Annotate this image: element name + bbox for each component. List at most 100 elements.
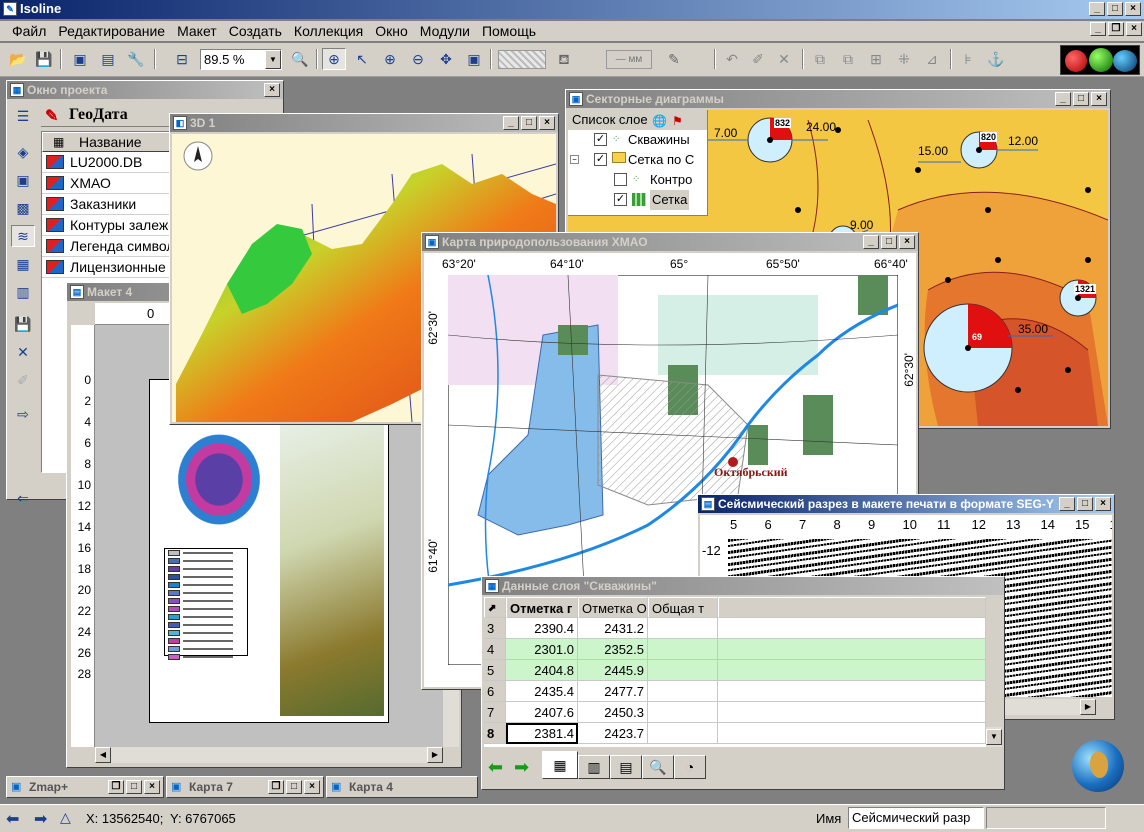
scale-icon[interactable]: ⊟ (170, 48, 194, 70)
zoom-dropdown-icon[interactable]: ▼ (265, 50, 281, 69)
layout-icon[interactable]: ▤ (96, 48, 120, 70)
checkbox-grid[interactable]: ✓ (594, 153, 607, 166)
save-icon[interactable]: 💾 (32, 48, 56, 70)
ungroup-icon[interactable]: ⧉ (836, 48, 860, 70)
table-row[interactable]: 5 2404.8 2445.9 (484, 660, 986, 681)
sector-maximize-button[interactable]: □ (1073, 92, 1089, 106)
map-maximize-button[interactable]: □ (881, 235, 897, 249)
project-close-button[interactable]: × (264, 83, 280, 97)
globe-icon[interactable]: 🌐 (652, 111, 667, 131)
arrow-left-icon[interactable]: ⬅ (6, 809, 19, 829)
view3d-maximize-button[interactable]: □ (521, 116, 537, 130)
edit-layer-icon[interactable]: ✐ (11, 369, 35, 391)
tab-form-icon[interactable]: ▤ (610, 755, 642, 779)
zoom-find-icon[interactable]: 🔍 (288, 48, 312, 70)
tab-sheet-icon[interactable]: ▥ (578, 755, 610, 779)
mdi-close-button[interactable]: × (1126, 22, 1142, 36)
tree-item-control[interactable]: ⁘ Контро (568, 170, 707, 190)
checkbox-wells[interactable]: ✓ (594, 133, 607, 146)
ruler-icon[interactable]: ⊧ (956, 48, 980, 70)
full-extent-icon[interactable]: ▣ (462, 48, 486, 70)
properties-icon[interactable]: ☰ (11, 105, 35, 127)
table-row[interactable]: 4 2301.0 2352.5 (484, 639, 986, 660)
menu-file[interactable]: Файл (6, 21, 52, 41)
zoom-select[interactable]: 89.5 % ▼ (200, 49, 282, 70)
layers-stack-icon[interactable]: ≋ (11, 225, 35, 247)
tree-item-grid2[interactable]: ✓ Сетка (568, 190, 707, 210)
pen-icon[interactable]: ✎ (662, 48, 686, 70)
menu-edit[interactable]: Редактирование (52, 21, 171, 41)
map-minimize-button[interactable]: _ (863, 235, 879, 249)
align-icon[interactable]: ⊞ (864, 48, 888, 70)
zoom-select-tool-icon[interactable]: ⊕ (322, 48, 346, 70)
zoom-in-icon[interactable]: ⊕ (378, 48, 402, 70)
edit-icon[interactable]: ✐ (746, 48, 770, 70)
menu-help[interactable]: Помощь (476, 21, 542, 41)
datatable-vscroll[interactable]: ▼ (986, 727, 1002, 747)
minimized-window-zmap[interactable]: ▣ Zmap+ ❐ □ × (6, 776, 164, 798)
pointer-icon[interactable]: ↖ (350, 48, 374, 70)
fill-bucket-icon[interactable]: ⛾ (552, 48, 576, 70)
column-header-3[interactable]: Общая т (648, 597, 718, 618)
column-header-2[interactable]: Отметка О (578, 597, 648, 618)
close-button[interactable]: × (1125, 2, 1141, 16)
menu-create[interactable]: Создать (223, 21, 288, 41)
menu-window[interactable]: Окно (369, 21, 414, 41)
delete-layer-icon[interactable]: ✕ (11, 341, 35, 363)
zoom-out-icon[interactable]: ⊖ (406, 48, 430, 70)
minimized-window-map4[interactable]: ▣ Карта 4 (326, 776, 478, 798)
name-field[interactable]: Сейсмический разр (848, 807, 984, 829)
group-icon[interactable]: ⧉ (808, 48, 832, 70)
minimize-button[interactable]: _ (1089, 2, 1105, 16)
export-icon[interactable]: ⇨ (11, 403, 35, 425)
seismic-maximize-button[interactable]: □ (1077, 497, 1093, 511)
seismic-close-button[interactable]: × (1095, 497, 1111, 511)
anchor-icon[interactable]: ⚓ (984, 48, 1008, 70)
map-window-icon[interactable]: ▣ (68, 48, 92, 70)
mdi-minimize-button[interactable]: _ (1090, 22, 1106, 36)
layout-hscroll[interactable]: ◀ ▶ (95, 747, 443, 763)
flag-icon[interactable]: ⚑ (672, 111, 683, 131)
tree-collapse-icon[interactable]: − (570, 155, 579, 164)
save-layer-icon[interactable]: 💾 (11, 313, 35, 335)
layer-icon[interactable]: ◈ (11, 141, 35, 163)
minimized-window-map7[interactable]: ▣ Карта 7 ❐ □ × (166, 776, 324, 798)
back-icon[interactable]: ⇐ (11, 487, 35, 509)
checkbox-control[interactable] (614, 173, 627, 186)
view3d-close-button[interactable]: × (539, 116, 555, 130)
open-folder-icon[interactable]: 📂 (6, 48, 30, 70)
column-header-1[interactable]: Отметка г (506, 597, 578, 618)
sector-minimize-button[interactable]: _ (1055, 92, 1071, 106)
pan-icon[interactable]: ✥ (434, 48, 458, 70)
arrow-left-icon[interactable]: ⬅ (488, 757, 503, 778)
seismic-minimize-button[interactable]: _ (1059, 497, 1075, 511)
distribute-icon[interactable]: ⁜ (892, 48, 916, 70)
arrow-right-icon[interactable]: ➡ (34, 809, 47, 829)
map-close-button[interactable]: × (899, 235, 915, 249)
menu-modules[interactable]: Модули (414, 21, 476, 41)
maximize-button[interactable]: □ (1107, 2, 1123, 16)
checkbox-grid2[interactable]: ✓ (614, 193, 627, 206)
table-row[interactable]: 7 2407.6 2450.3 (484, 702, 986, 723)
tree-item-grid[interactable]: − ✓ Сетка по С (568, 150, 707, 170)
table-row[interactable]: 3 2390.4 2431.2 (484, 618, 986, 639)
wrench-icon[interactable]: 🔧 (124, 48, 148, 70)
map-icon[interactable]: ▣ (11, 169, 35, 191)
sector-close-button[interactable]: × (1091, 92, 1107, 106)
image-icon[interactable]: ▩ (11, 197, 35, 219)
line-width-field[interactable]: — мм (606, 50, 652, 69)
frame-icon[interactable]: ⊿ (920, 48, 944, 70)
menu-collection[interactable]: Коллекция (288, 21, 369, 41)
tab-table-icon[interactable]: ▦ (542, 751, 578, 779)
tree-item-wells[interactable]: ✓ ⁘ Скважины (568, 130, 707, 150)
delete-icon[interactable]: ✕ (772, 48, 796, 70)
arrow-right-icon[interactable]: ➡ (514, 757, 529, 778)
mdi-restore-button[interactable]: ❐ (1108, 22, 1124, 36)
table-icon[interactable]: ▦ (11, 253, 35, 275)
menu-layout[interactable]: Макет (171, 21, 223, 41)
table-row[interactable]: 6 2435.4 2477.7 (484, 681, 986, 702)
fill-pattern-swatch[interactable] (498, 50, 546, 69)
book-icon[interactable]: ▥ (11, 281, 35, 303)
tab-chart-icon[interactable]: ◔ (674, 755, 706, 779)
tab-query-icon[interactable]: 🔍 (642, 755, 674, 779)
